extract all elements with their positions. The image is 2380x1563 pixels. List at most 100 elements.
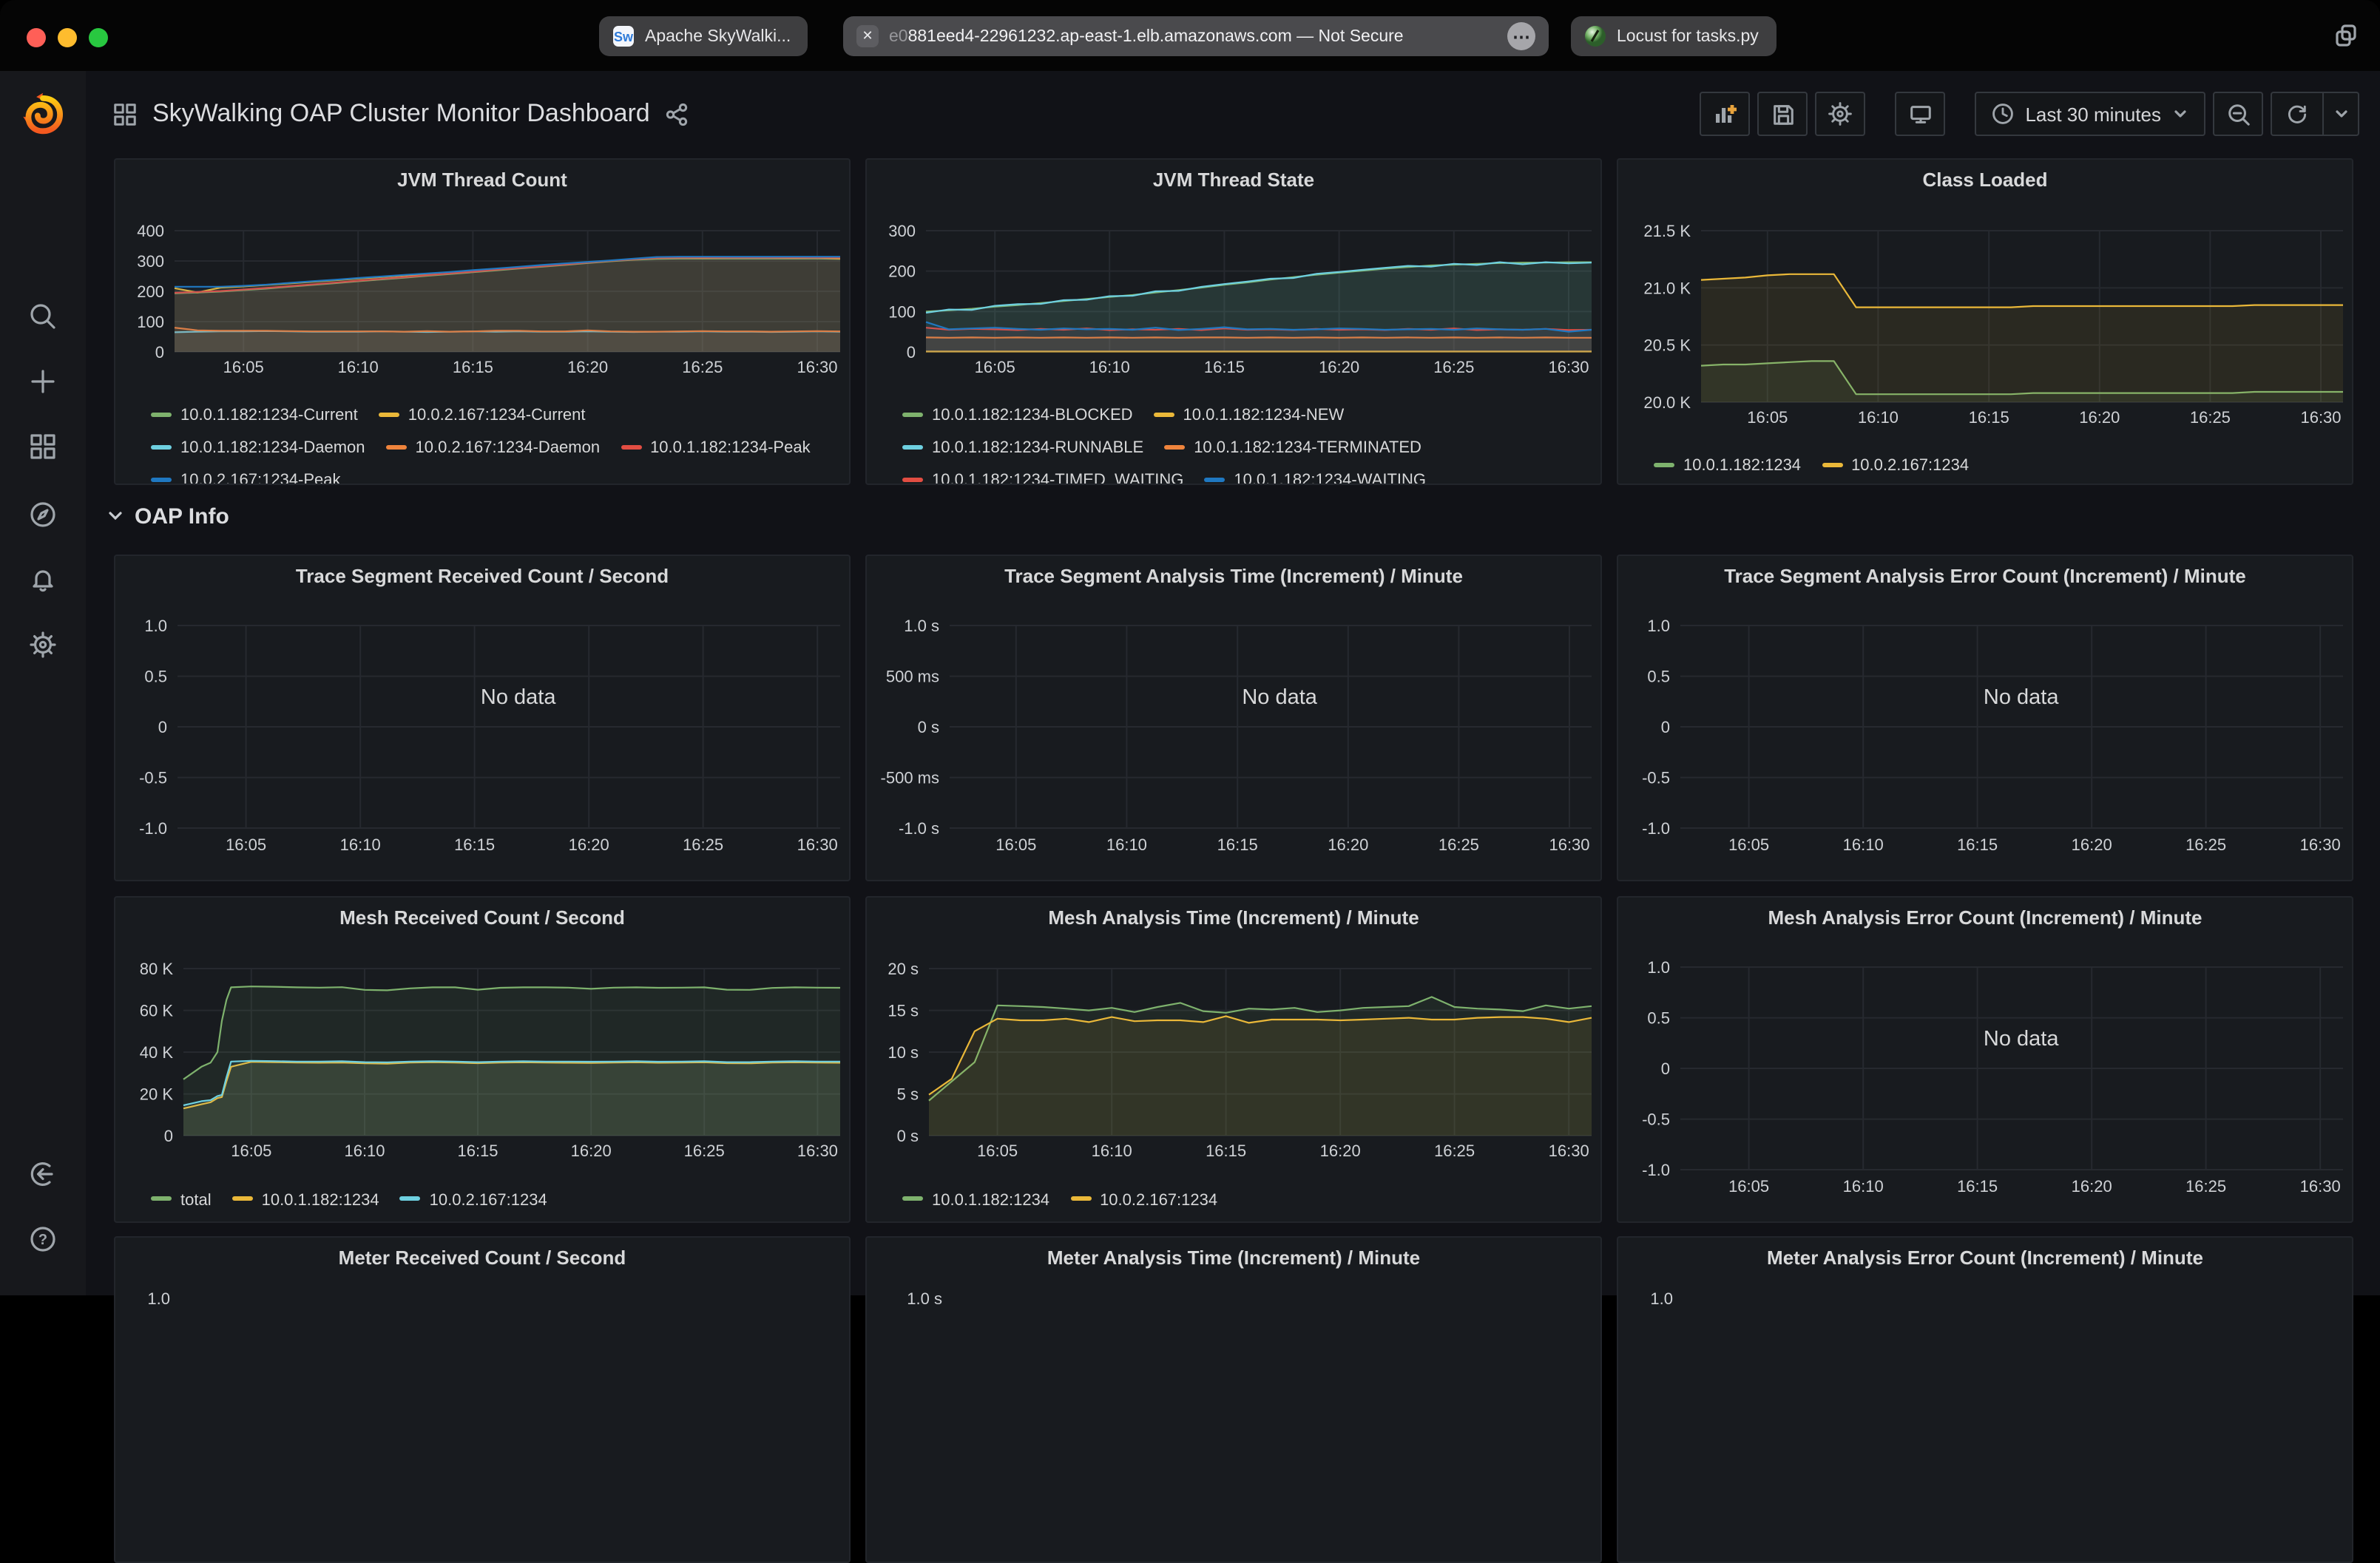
panel-meter-analysis-time: Meter Analysis Time (Increment) / Minute… [865, 1236, 1602, 1563]
chart-canvas-trace-received: -1.0-0.500.51.016:0516:1016:1516:2016:25… [115, 555, 851, 881]
tab-label: Locust for tasks.py [1617, 27, 1759, 45]
svg-text:16:10: 16:10 [1843, 1176, 1884, 1195]
window-close-button[interactable] [27, 28, 46, 47]
svg-text:21.0 K: 21.0 K [1643, 279, 1691, 297]
legend-item[interactable]: 10.0.1.182:1234-BLOCKED [902, 407, 1133, 424]
svg-text:16:25: 16:25 [2190, 408, 2231, 427]
svg-text:-1.0 s: -1.0 s [899, 818, 939, 837]
row-header-label: OAP Info [135, 504, 229, 529]
tab-overview-icon[interactable] [2333, 22, 2359, 49]
legend-item[interactable]: 10.0.1.182:1234-Peak [621, 439, 811, 457]
explore-compass-icon[interactable] [28, 500, 58, 529]
svg-text:100: 100 [888, 302, 916, 321]
legend-series-dash-icon [902, 412, 923, 416]
legend-item[interactable]: 10.0.1.182:1234 [1654, 457, 1801, 475]
svg-text:16:15: 16:15 [1217, 835, 1258, 853]
svg-text:16:05: 16:05 [223, 358, 264, 376]
svg-text:16:05: 16:05 [1728, 835, 1769, 853]
legend-item[interactable]: 10.0.1.182:1234-RUNNABLE [902, 439, 1143, 457]
alerting-bell-icon[interactable] [28, 565, 58, 594]
legend-item[interactable]: 10.0.2.167:1234 [1070, 1191, 1217, 1209]
legend-item[interactable]: 10.0.2.167:1234-Daemon [386, 439, 601, 457]
svg-text:16:10: 16:10 [344, 1141, 385, 1159]
share-icon[interactable] [665, 101, 690, 126]
grafana-logo[interactable] [19, 92, 67, 139]
svg-text:20 s: 20 s [888, 959, 919, 977]
legend-item[interactable]: 10.0.1.182:1234-WAITING [1204, 472, 1426, 485]
panel-trace-analysis-time: Trace Segment Analysis Time (Increment) … [865, 554, 1602, 881]
svg-text:16:20: 16:20 [1319, 358, 1359, 376]
svg-text:16:30: 16:30 [797, 1141, 838, 1159]
tab-apache-skywalking[interactable]: Sw Apache SkyWalki... [599, 16, 808, 56]
chart-canvas-mesh-analysis-time: 0 s5 s10 s15 s20 s16:0516:1016:1516:2016… [867, 897, 1602, 1222]
help-icon[interactable]: ? [28, 1224, 58, 1254]
close-icon[interactable]: ✕ [856, 25, 879, 47]
window-zoom-button[interactable] [89, 28, 108, 47]
search-icon[interactable] [28, 302, 58, 331]
legend-item[interactable]: 10.0.1.182:1234-NEW [1154, 407, 1345, 424]
legend-item[interactable]: 10.0.2.167:1234-Peak [151, 472, 341, 485]
svg-text:16:25: 16:25 [684, 1141, 725, 1159]
legend-series-dash-icon [1164, 444, 1185, 449]
page-title[interactable]: SkyWalking OAP Cluster Monitor Dashboard [152, 99, 650, 129]
configuration-gear-icon[interactable] [28, 630, 58, 660]
svg-text:16:30: 16:30 [2300, 408, 2341, 427]
panel-title-meter-analysis-error[interactable]: Meter Analysis Error Count (Increment) /… [1618, 1247, 2352, 1269]
legend-series-dash-icon [902, 477, 923, 481]
svg-text:16:10: 16:10 [1843, 835, 1884, 853]
legend-item[interactable]: 10.0.1.182:1234-TIMED_WAITING [902, 472, 1183, 485]
skywalking-favicon-icon: Sw [612, 25, 635, 47]
no-data-label: No data [1984, 1027, 2059, 1051]
dashboard-grid-icon [112, 101, 138, 126]
svg-text:80 K: 80 K [140, 959, 174, 977]
svg-text:16:05: 16:05 [1747, 408, 1788, 427]
chart-canvas-jvm-thread-count: 010020030040016:0516:1016:1516:2016:2516… [115, 160, 851, 485]
refresh-interval-dropdown[interactable] [2324, 92, 2359, 136]
sign-in-icon[interactable] [28, 1159, 58, 1189]
legend-item[interactable]: 10.0.1.182:1234-Current [151, 407, 358, 424]
legend-item[interactable]: 10.0.2.167:1234-Current [379, 407, 586, 424]
svg-text:0 s: 0 s [918, 717, 939, 736]
refresh-button[interactable] [2271, 92, 2324, 136]
panel-trace-analysis-error: Trace Segment Analysis Error Count (Incr… [1617, 554, 2353, 881]
svg-text:1.0: 1.0 [144, 616, 167, 634]
more-options-icon[interactable]: ⋯ [1507, 22, 1535, 50]
panel-title-meter-analysis-time[interactable]: Meter Analysis Time (Increment) / Minute [867, 1247, 1600, 1269]
svg-text:21.5 K: 21.5 K [1643, 222, 1691, 240]
legend-item[interactable]: 10.0.1.182:1234-TERMINATED [1164, 439, 1421, 457]
tab-locust[interactable]: Locust for tasks.py [1571, 16, 1776, 56]
time-range-picker[interactable]: Last 30 minutes [1975, 92, 2205, 136]
panel-mesh-received: Mesh Received Count / Second020 K40 K60 … [114, 895, 851, 1222]
legend-item[interactable]: total [151, 1191, 212, 1209]
grafana-sidebar: ? [0, 71, 86, 1295]
legend-series-dash-icon [232, 1196, 253, 1201]
svg-text:16:20: 16:20 [1320, 1141, 1361, 1159]
cycle-view-tv-button[interactable] [1895, 92, 1945, 136]
chart-canvas-class-loaded: 20.0 K20.5 K21.0 K21.5 K16:0516:1016:151… [1618, 160, 2353, 485]
save-dashboard-button[interactable] [1757, 92, 1808, 136]
chart-canvas-trace-analysis-error: -1.0-0.500.51.016:0516:1016:1516:2016:25… [1618, 555, 2353, 881]
legend-item[interactable]: 10.0.2.167:1234 [1822, 457, 1969, 475]
dashboards-icon[interactable] [28, 432, 58, 461]
legend-item[interactable]: 10.0.1.182:1234-Daemon [151, 439, 365, 457]
svg-text:60 K: 60 K [140, 1001, 174, 1020]
panel-title-meter-received[interactable]: Meter Received Count / Second [115, 1247, 849, 1269]
dashboard-settings-button[interactable] [1815, 92, 1865, 136]
legend-item[interactable]: 10.0.1.182:1234 [902, 1191, 1049, 1209]
svg-text:16:05: 16:05 [226, 835, 266, 853]
window-minimize-button[interactable] [58, 28, 77, 47]
svg-text:40 K: 40 K [140, 1042, 174, 1061]
svg-text:-0.5: -0.5 [139, 768, 167, 787]
panel-meter-analysis-error: Meter Analysis Error Count (Increment) /… [1617, 1236, 2353, 1563]
svg-text:16:20: 16:20 [1328, 835, 1368, 853]
legend-item[interactable]: 10.0.1.182:1234 [232, 1191, 379, 1209]
add-panel-button[interactable] [1700, 92, 1750, 136]
legend-item[interactable]: 10.0.2.167:1234 [400, 1191, 547, 1209]
svg-text:?: ? [38, 1232, 47, 1248]
legend-series-dash-icon [379, 412, 399, 416]
legend-series-dash-icon [1154, 412, 1174, 416]
tab-address-bar-active[interactable]: ✕ e0881eed4-22961232.ap-east-1.elb.amazo… [843, 16, 1549, 56]
zoom-out-button[interactable] [2213, 92, 2263, 136]
create-add-icon[interactable] [28, 367, 58, 396]
row-header-oap-info[interactable]: OAP Info [107, 497, 229, 535]
